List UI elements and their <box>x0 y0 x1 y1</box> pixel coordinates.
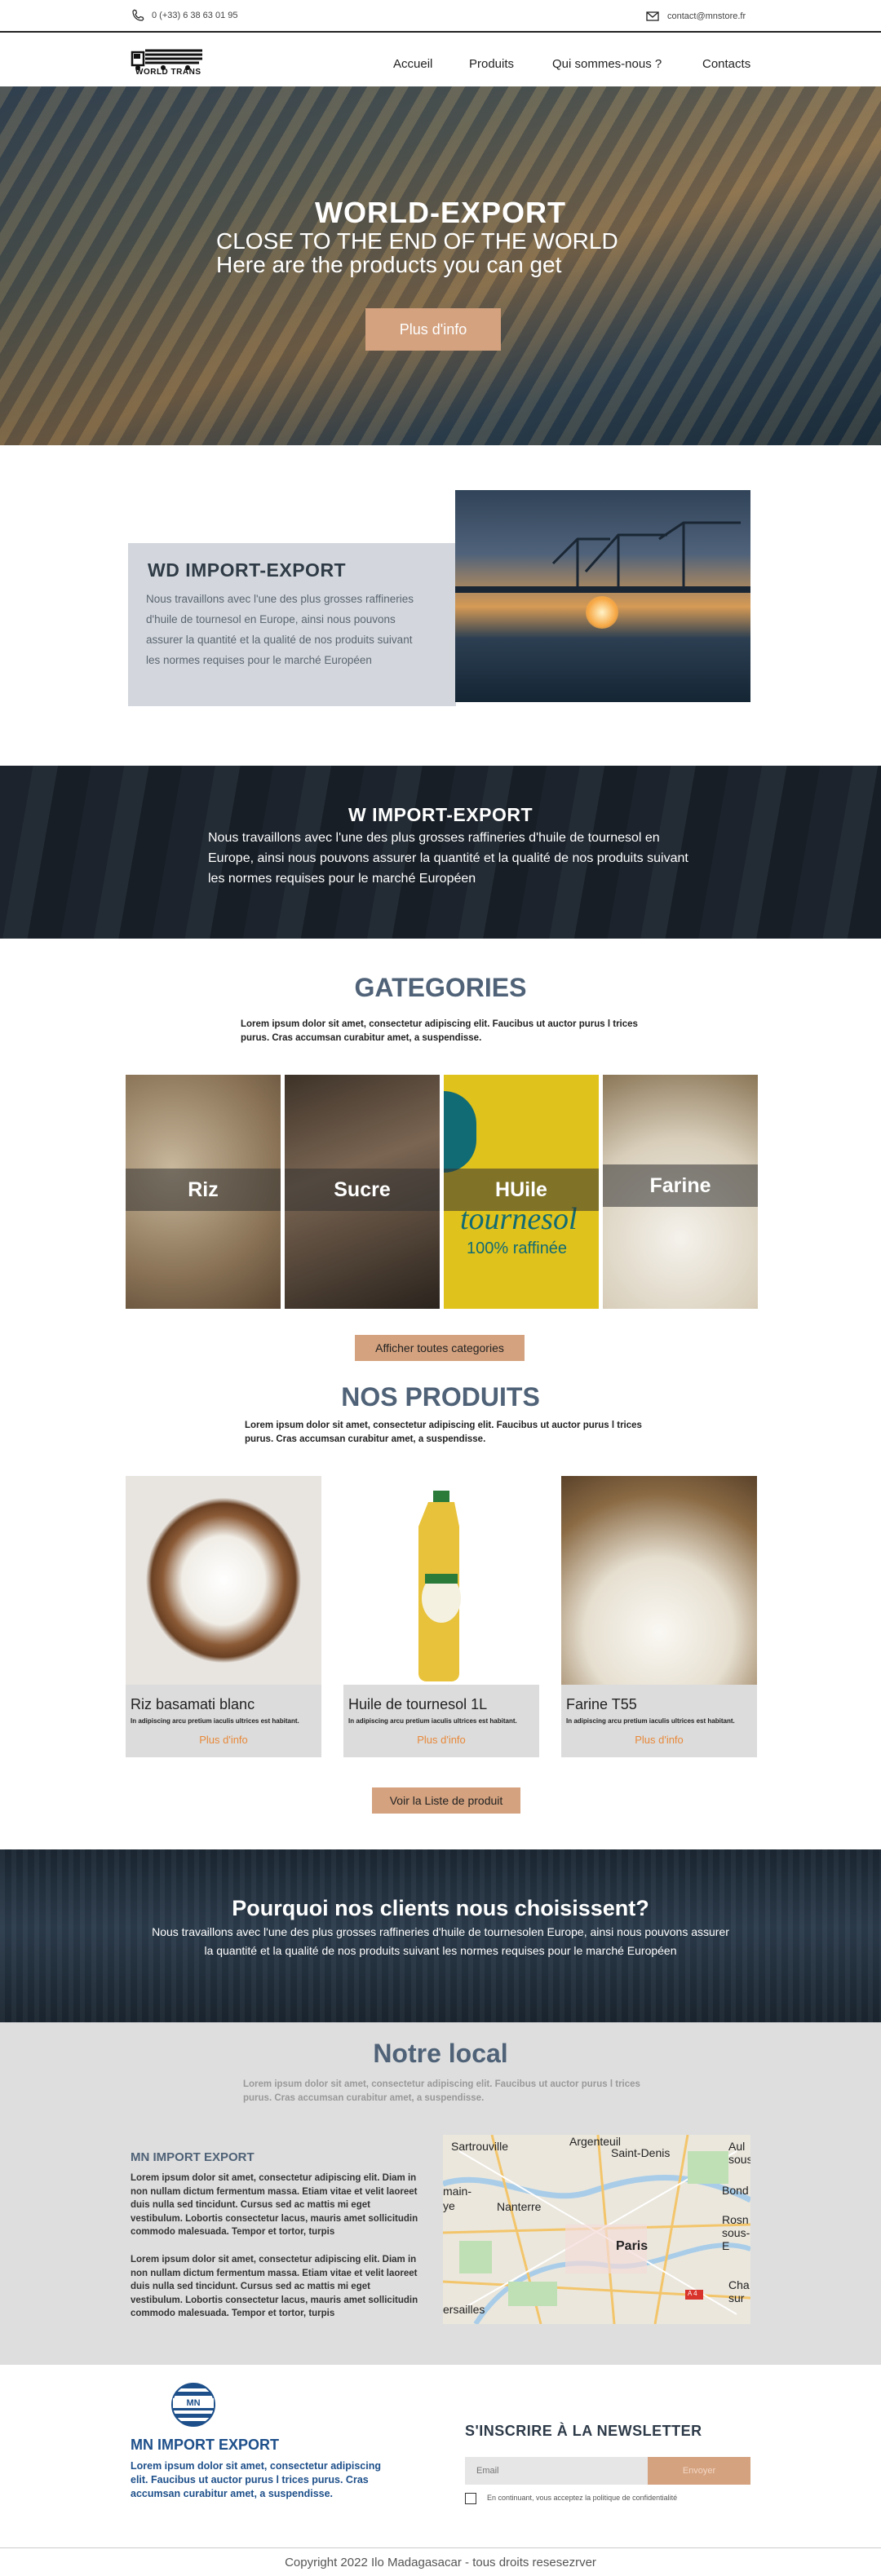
why-title: Pourquoi nos clients nous choisissent? <box>232 1896 649 1920</box>
hero-title: WORLD-EXPORT <box>315 196 566 229</box>
import-export-banner: W IMPORT-EXPORT Nous travaillons avec l'… <box>0 766 881 939</box>
footer-logo[interactable]: MN <box>171 2383 215 2427</box>
map-label: A 4 <box>688 2290 697 2297</box>
about-card: WD IMPORT-EXPORT Nous travaillons avec l… <box>128 543 456 706</box>
product-list-button[interactable]: Voir la Liste de produit <box>372 1787 520 1814</box>
location-subtitle: Lorem ipsum dolor sit amet, consectetur … <box>243 2079 640 2103</box>
top-bar: 0 (+33) 6 38 63 01 95 contact@mnstore.fr <box>0 0 881 33</box>
category-label: Farine <box>603 1164 758 1207</box>
map-label: Rosn sous-E <box>722 2213 750 2252</box>
oil-brand-badge <box>444 1091 476 1173</box>
page: 0 (+33) 6 38 63 01 95 contact@mnstore.fr… <box>0 0 881 2576</box>
location-heading: MN IMPORT EXPORT <box>131 2150 255 2164</box>
hero-more-info-button[interactable]: Plus d'info <box>365 308 501 351</box>
map-label: main-ye <box>443 2185 472 2212</box>
category-card-farine[interactable]: Farine <box>603 1075 758 1309</box>
nav-accueil[interactable]: Accueil <box>393 57 432 71</box>
category-card-huile[interactable]: tournesol 100% raffinée HUile <box>444 1075 599 1309</box>
product-description: In adipiscing arcu pretium iaculis ultri… <box>566 1717 735 1725</box>
product-name: Huile de tournesol 1L <box>348 1696 488 1712</box>
hero-subtitle-2: Here are the products you can get <box>216 252 562 277</box>
footer-title: MN IMPORT EXPORT <box>131 2437 280 2453</box>
location-title: Notre local <box>373 2039 508 2068</box>
phone-number: 0 (+33) 6 38 63 01 95 <box>152 11 238 20</box>
category-label: Sucre <box>285 1169 440 1211</box>
nav-qui-sommes-nous[interactable]: Qui sommes-nous ? <box>552 57 662 71</box>
hero-subtitle-1: CLOSE TO THE END OF THE WORLD <box>216 228 618 254</box>
product-name: Farine T55 <box>566 1696 637 1712</box>
map-label: Nanterre <box>497 2200 542 2213</box>
oil-bottle-graphic <box>418 1491 461 1681</box>
map-label: Bond <box>722 2184 749 2197</box>
category-label: HUile <box>444 1169 599 1211</box>
product-description: In adipiscing arcu pretium iaculis ultri… <box>131 1717 299 1725</box>
banner-text: Nous travaillons avec l'une des plus gro… <box>208 831 688 886</box>
product-description: In adipiscing arcu pretium iaculis ultri… <box>348 1717 517 1725</box>
categories-subtitle: Lorem ipsum dolor sit amet, consectetur … <box>241 1019 638 1043</box>
newsletter-email-input[interactable] <box>465 2457 648 2485</box>
port-sunset-image <box>455 490 750 702</box>
category-card-sucre[interactable]: Sucre <box>285 1075 440 1309</box>
email-address: contact@mnstore.fr <box>667 11 746 21</box>
product-name: Riz basamati blanc <box>131 1696 255 1712</box>
map-label: Paris <box>616 2239 649 2253</box>
phone-contact[interactable]: 0 (+33) 6 38 63 01 95 <box>131 8 238 23</box>
nav-produits[interactable]: Produits <box>469 57 514 71</box>
map-label: Saint-Denis <box>611 2146 671 2159</box>
hero-section: WORLD-EXPORT CLOSE TO THE END OF THE WOR… <box>0 86 881 445</box>
map-label: Sartrouville <box>451 2140 509 2153</box>
footer-text: Lorem ipsum dolor sit amet, consectetur … <box>131 2460 382 2499</box>
location-section: Notre local Lorem ipsum dolor sit amet, … <box>0 2022 881 2365</box>
banner-title: W IMPORT-EXPORT <box>348 804 533 825</box>
product-card-farine[interactable]: Farine T55 In adipiscing arcu pretium ia… <box>561 1476 757 1757</box>
product-more-link[interactable]: Plus d'info <box>343 1734 539 1746</box>
newsletter-consent-label: En continuant, vous acceptez la politiqu… <box>487 2494 678 2502</box>
categories-title: GATEGORIES <box>354 973 527 1002</box>
product-more-link[interactable]: Plus d'info <box>126 1734 321 1746</box>
rice-bowl-image <box>126 1476 321 1685</box>
map-graphic <box>443 2135 750 2324</box>
main-navbar: WORLD TRANS Accueil Produits Qui sommes-… <box>0 33 881 86</box>
flour-sack-image <box>561 1476 757 1685</box>
product-more-link[interactable]: Plus d'info <box>561 1734 757 1746</box>
map-label: Aul sous <box>728 2140 750 2166</box>
nav-contacts[interactable]: Contacts <box>702 57 750 71</box>
products-title: NOS PRODUITS <box>341 1382 540 1412</box>
logo-text: WORLD TRANS <box>135 68 201 77</box>
category-card-riz[interactable]: Riz <box>126 1075 281 1309</box>
oil-label-subtext: 100% raffinée <box>467 1239 568 1257</box>
phone-icon <box>132 9 144 21</box>
oil-bottle-image <box>343 1476 539 1685</box>
newsletter-consent-checkbox[interactable] <box>465 2493 476 2504</box>
about-text: Nous travaillons avec l'une des plus gro… <box>146 593 414 666</box>
product-card-riz[interactable]: Riz basamati blanc In adipiscing arcu pr… <box>126 1476 321 1757</box>
products-subtitle: Lorem ipsum dolor sit amet, consectetur … <box>245 1421 642 1444</box>
mail-icon <box>646 11 659 21</box>
map-label: ersailles <box>443 2303 485 2316</box>
email-contact[interactable]: contact@mnstore.fr <box>646 11 746 21</box>
category-label: Riz <box>126 1169 281 1211</box>
why-text: Nous travaillons avec l'une des plus gro… <box>152 1925 729 1957</box>
copyright-text: Copyright 2022 Ilo Madagasacar - tous dr… <box>285 2556 596 2569</box>
newsletter-title: S'INSCRIRE À LA NEWSLETTER <box>465 2423 702 2439</box>
copyright-bar: Copyright 2022 Ilo Madagasacar - tous dr… <box>0 2547 881 2576</box>
location-paragraph-2: Lorem ipsum dolor sit amet, consectetur … <box>131 2255 418 2318</box>
location-paragraph-1: Lorem ipsum dolor sit amet, consectetur … <box>131 2173 418 2237</box>
footer-logo-text: MN <box>173 2398 214 2408</box>
why-choose-us-banner: Pourquoi nos clients nous choisissent? N… <box>0 1849 881 2022</box>
product-card-huile[interactable]: Huile de tournesol 1L In adipiscing arcu… <box>343 1476 539 1757</box>
show-all-categories-button[interactable]: Afficher toutes categories <box>355 1335 525 1361</box>
newsletter-submit-button[interactable]: Envoyer <box>648 2457 750 2485</box>
about-title: WD IMPORT-EXPORT <box>148 559 347 581</box>
location-map[interactable]: Argenteuil Sartrouville Saint-Denis Aul … <box>443 2135 750 2324</box>
map-label: Cha sur <box>728 2278 750 2304</box>
cranes-silhouette <box>455 521 750 593</box>
